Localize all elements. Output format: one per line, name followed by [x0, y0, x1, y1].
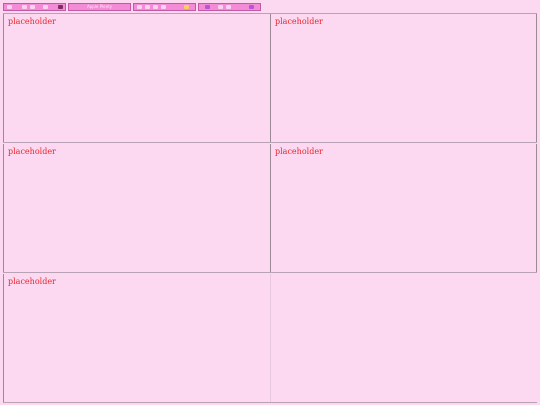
panel-placeholder-label: placeholder: [275, 147, 323, 156]
toolbar-group-3[interactable]: [133, 3, 196, 11]
flower-icon[interactable]: [58, 5, 63, 9]
panel-3[interactable]: placeholder: [3, 144, 271, 272]
flower-icon[interactable]: [205, 5, 210, 9]
dash-icon[interactable]: [249, 5, 254, 9]
toolbar-group-2[interactable]: Apple Plenty: [68, 3, 131, 11]
heart-icon[interactable]: [7, 5, 12, 9]
toolbar-title[interactable]: Apple Plenty: [69, 4, 130, 10]
dot-icon[interactable]: [218, 5, 223, 9]
panel-placeholder-label: placeholder: [8, 17, 56, 26]
star-icon[interactable]: [184, 5, 189, 9]
panel-2[interactable]: placeholder: [270, 14, 537, 142]
panel-5[interactable]: placeholder: [3, 274, 271, 402]
panel-placeholder-label: placeholder: [275, 17, 323, 26]
dot-icon[interactable]: [22, 5, 27, 9]
dot-icon[interactable]: [30, 5, 35, 9]
panel-placeholder-label: placeholder: [8, 147, 56, 156]
panel-placeholder-label: placeholder: [8, 277, 56, 286]
divider: [3, 272, 537, 273]
dot-icon[interactable]: [137, 5, 142, 9]
dot-icon[interactable]: [153, 5, 158, 9]
toolbar-group-4[interactable]: [198, 3, 261, 11]
dot-icon[interactable]: [145, 5, 150, 9]
panel-4[interactable]: placeholder: [270, 144, 537, 272]
dot-icon[interactable]: [226, 5, 231, 9]
toolbar: Apple Plenty: [0, 0, 540, 13]
dot-icon[interactable]: [161, 5, 166, 9]
divider: [3, 142, 537, 143]
panel-6[interactable]: [270, 274, 537, 402]
toolbar-group-1[interactable]: [3, 3, 66, 11]
divider: [3, 402, 537, 403]
dot-icon[interactable]: [43, 5, 48, 9]
panel-1[interactable]: placeholder: [3, 14, 271, 142]
